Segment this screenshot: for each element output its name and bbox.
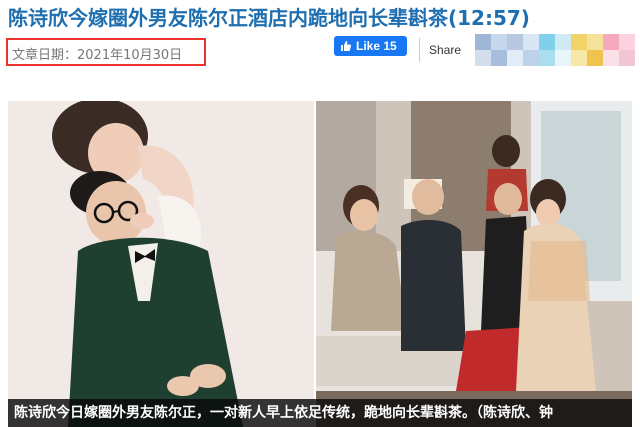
like-count-label: Like 15	[356, 39, 397, 53]
share-divider	[419, 38, 420, 62]
share-label: Share	[429, 43, 462, 57]
tea-ceremony-photo	[316, 101, 632, 427]
article-date: 文章日期：2021年10月30日	[12, 48, 183, 63]
article-title: 陈诗欣今嫁圈外男友陈尔正酒店内跪地向长辈斟茶(12:57)	[8, 6, 530, 30]
couple-portrait-photo	[8, 101, 314, 427]
photo-caption: 陈诗欣今日嫁圈外男友陈尔正，一对新人早上依足传统，跪地向长辈斟茶。（陈诗欣、钟	[14, 405, 553, 421]
facebook-like-button[interactable]: Like 15	[334, 36, 407, 56]
photo-collage	[8, 101, 632, 427]
share-buttons-pixelated[interactable]	[475, 34, 635, 66]
thumbs-up-icon	[341, 41, 352, 51]
